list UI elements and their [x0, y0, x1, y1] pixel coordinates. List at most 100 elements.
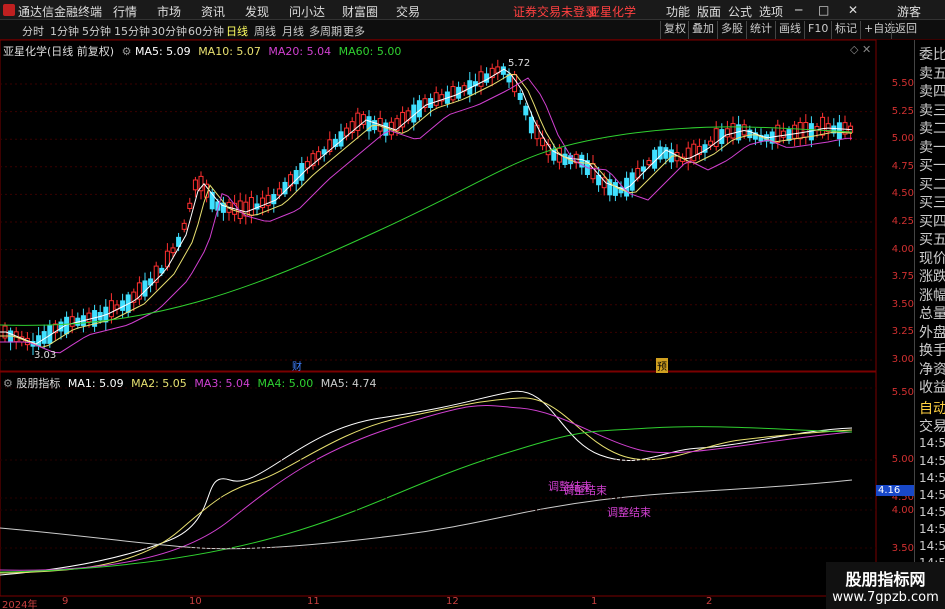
indicator-legend: ⚙ 股朋指标 MA1: 5.09 MA2: 5.05 MA3: 5.04 MA4… [3, 375, 376, 391]
indicator-gear-icon[interactable]: ⚙ [3, 377, 13, 390]
side-label: 卖五 [919, 66, 945, 82]
candle-body [612, 182, 618, 196]
ind-ma3-label: MA3: 5.04 [194, 377, 251, 390]
candle-body [108, 300, 114, 318]
date-tick: 12 [446, 596, 459, 607]
candle-body [299, 163, 305, 181]
ind-ma2-line [0, 397, 853, 574]
side-label: 买四 [919, 214, 945, 230]
ind-tick: 5.50 [891, 387, 914, 398]
indicator-panel-frame [0, 371, 877, 597]
candle-body [629, 172, 635, 191]
side-label: 净资 [919, 362, 945, 378]
candle-body [450, 86, 456, 101]
ma60-label: MA60: 5.00 [338, 45, 402, 58]
candle-body [792, 124, 798, 139]
side-label: 外盘 [919, 325, 945, 341]
stock-period-title: 亚星化学(日线 前复权) [3, 45, 115, 58]
forecast-marker[interactable]: 预 [656, 358, 668, 373]
side-tab-auto[interactable]: 自动 [919, 398, 945, 418]
price-tick: 3.25 [891, 326, 914, 337]
signal-label: 调整结束 [563, 484, 607, 497]
candle-body [741, 124, 747, 136]
signal-label: 调整结束 [607, 506, 651, 519]
time-label: 14:56 [919, 454, 945, 468]
candle-body [730, 123, 736, 139]
price-tick: 5.50 [891, 78, 914, 89]
candle-body [170, 247, 176, 254]
side-label: 买一 [919, 158, 945, 174]
candle-body [8, 330, 14, 343]
candle-body [142, 280, 148, 297]
time-label: 14:56 [919, 471, 945, 485]
date-tick: 11 [307, 596, 320, 607]
candle-body [209, 191, 215, 210]
candle-body [248, 197, 254, 216]
time-label: 14:56 [919, 539, 945, 553]
candle-body [724, 128, 730, 138]
ind-ma3-line [0, 405, 853, 571]
ind-ma5-line [0, 479, 853, 550]
price-tick: 3.75 [891, 271, 914, 282]
ind-tick: 4.00 [891, 505, 914, 516]
price-tick: 3.00 [891, 354, 914, 365]
side-label: 总量 [919, 306, 945, 322]
candle-body [663, 147, 669, 159]
main-chart-legend: 亚星化学(日线 前复权) ⚙ MA5: 5.09 MA10: 5.07 MA20… [3, 43, 401, 59]
candle-body [433, 92, 439, 106]
side-label: 卖三 [919, 103, 945, 119]
ind-ma5-label: MA5: 4.74 [320, 377, 377, 390]
side-label: 换手 [919, 343, 945, 359]
candle-body [36, 335, 42, 347]
watermark: 股朋指标网 www.7gpzb.com [826, 562, 945, 609]
candle-body [523, 105, 529, 116]
side-label: 委比 [919, 47, 945, 63]
kline-chart[interactable] [0, 0, 945, 609]
side-label: 收益 [919, 380, 945, 396]
finance-marker[interactable]: 财 [292, 358, 302, 373]
ma5-label: MA5: 5.09 [134, 45, 191, 58]
candle-body [276, 188, 282, 196]
price-tick: 5.25 [891, 106, 914, 117]
date-tick: 2024年 [2, 600, 38, 609]
side-label: 涨跌 [919, 269, 945, 285]
candle-body [836, 122, 842, 140]
side-label: 卖二 [919, 121, 945, 137]
side-label: 买五 [919, 232, 945, 248]
panel-settings-icon[interactable]: ◇ ✕ [850, 43, 871, 56]
time-label: 14:56 [919, 505, 945, 519]
settings-gear-icon[interactable]: ⚙ [122, 45, 132, 58]
candle-body [646, 160, 652, 166]
candle-body [86, 312, 92, 323]
candle-body [181, 222, 187, 230]
price-tick: 4.25 [891, 216, 914, 227]
price-tick: 4.75 [891, 161, 914, 172]
candle-body [708, 140, 714, 146]
ind-tick: 5.00 [891, 454, 914, 465]
side-tab-trade[interactable]: 交易 [919, 416, 945, 436]
candle-body [808, 123, 814, 141]
current-value-badge: 4.16 [876, 485, 914, 496]
candle-body [652, 149, 658, 169]
candle-body [640, 166, 646, 172]
ind-ma2-label: MA2: 5.05 [131, 377, 187, 390]
candle-body [187, 202, 193, 209]
time-label: 14:56 [919, 488, 945, 502]
candle-body [528, 116, 534, 134]
candle-body [562, 153, 568, 166]
date-tick: 2 [706, 596, 713, 607]
candle-body [338, 131, 344, 147]
quote-side-panel: 委比 卖五 卖四 卖三 卖二 卖一 买一 买二 买三 买四 买五 现价 涨跌 涨… [914, 40, 945, 609]
candle-body [517, 92, 523, 101]
price-tick: 5.00 [891, 133, 914, 144]
side-label: 买三 [919, 195, 945, 211]
main-panel-frame [0, 39, 877, 372]
candle-body [271, 194, 277, 205]
date-axis: 2024年 9 10 11 12 1 2 [0, 596, 876, 609]
candle-body [192, 179, 198, 191]
ind-ma1-label: MA1: 5.09 [67, 377, 124, 390]
side-label: 涨幅 [919, 288, 945, 304]
ma20-label: MA20: 5.04 [268, 45, 332, 58]
price-tick: 4.00 [891, 244, 914, 255]
date-tick: 1 [591, 596, 598, 607]
